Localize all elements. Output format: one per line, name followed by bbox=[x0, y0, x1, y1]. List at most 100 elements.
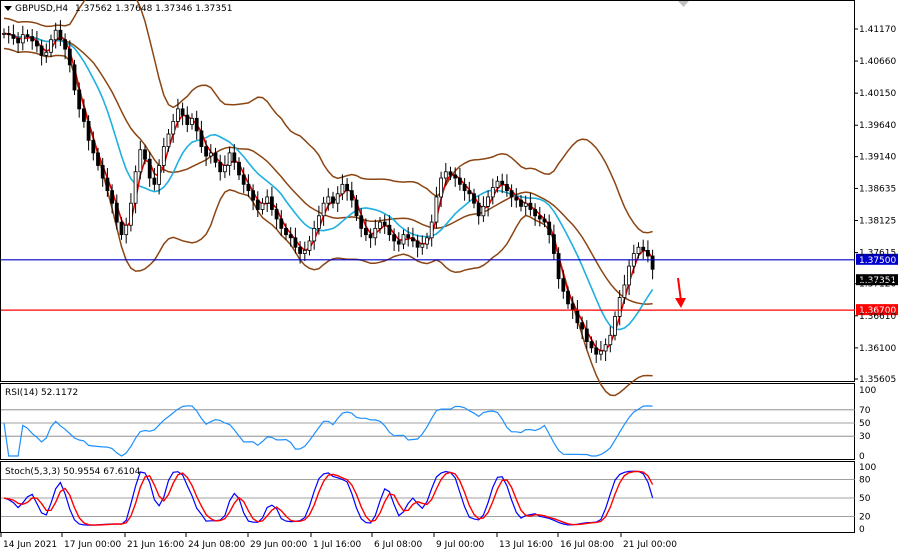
symbol-label[interactable]: GBPUSD,H4 bbox=[15, 4, 68, 14]
stoch-label: Stoch(5,3,3) 50.9554 67.6104 bbox=[5, 467, 141, 477]
candle-body bbox=[91, 139, 96, 154]
candle-body bbox=[636, 246, 641, 254]
stoch-axis: 100 80 50 20 0 bbox=[859, 463, 876, 535]
candle-body bbox=[100, 165, 105, 179]
candle-body bbox=[504, 183, 509, 192]
candle-body bbox=[340, 183, 345, 195]
candle-body bbox=[349, 190, 354, 201]
candle-body bbox=[467, 190, 472, 195]
stoch-tick-label: 20 bbox=[859, 513, 871, 523]
candle-body bbox=[603, 344, 608, 352]
candle-body bbox=[542, 218, 547, 223]
ohlc-label: 1.37562 1.37648 1.37346 1.37351 bbox=[75, 4, 232, 14]
time-tick-label: 24 Jun 08:00 bbox=[188, 540, 245, 550]
candle-body bbox=[96, 152, 100, 166]
candle-body bbox=[448, 171, 453, 176]
candle-body bbox=[331, 196, 335, 204]
candle-body bbox=[53, 29, 58, 41]
rsi-tick-label: 30 bbox=[859, 432, 871, 442]
candle-body bbox=[345, 183, 350, 192]
candle-body bbox=[269, 196, 274, 210]
candle-body bbox=[627, 265, 631, 286]
candle-body bbox=[161, 146, 166, 166]
candle-body bbox=[420, 243, 425, 248]
time-tick-label: 17 Jun 00:00 bbox=[64, 540, 121, 550]
candle-body bbox=[641, 246, 646, 251]
candle-body bbox=[124, 224, 129, 236]
candle-body bbox=[35, 40, 39, 47]
candle-body bbox=[359, 215, 364, 229]
candle-body bbox=[547, 221, 552, 236]
candle-body bbox=[213, 152, 218, 163]
candle-body bbox=[509, 190, 514, 198]
time-tick-label: 1 Jul 16:00 bbox=[313, 540, 362, 550]
time-tick-label: 21 Jul 00:00 bbox=[623, 540, 677, 550]
rsi-tick-label: 0 bbox=[859, 452, 865, 462]
candle-body bbox=[255, 199, 260, 210]
candle-body bbox=[434, 196, 439, 223]
candle-body bbox=[650, 255, 655, 270]
candle-body bbox=[232, 152, 237, 163]
candle-body bbox=[110, 190, 114, 204]
candle-body bbox=[552, 234, 556, 254]
candle-body bbox=[157, 165, 162, 185]
time-tick-label: 6 Jul 08:00 bbox=[374, 540, 423, 550]
candle-body bbox=[260, 202, 265, 210]
candle-body bbox=[222, 165, 227, 173]
candle-body bbox=[246, 183, 251, 192]
price-tick-label: 1.40660 bbox=[859, 57, 896, 67]
candle-body bbox=[218, 161, 223, 173]
rsi-panel-frame bbox=[0, 383, 855, 460]
candle-body bbox=[171, 121, 176, 135]
candle-body bbox=[274, 209, 279, 220]
main-panel-frame bbox=[0, 0, 855, 382]
candle-body bbox=[382, 221, 387, 226]
candle-body bbox=[16, 38, 21, 44]
candle-body bbox=[392, 234, 397, 242]
candle-body bbox=[265, 196, 270, 204]
candle-body bbox=[49, 39, 53, 53]
rsi-tick-label: 100 bbox=[859, 386, 876, 396]
price-tick-label: 1.37120 bbox=[859, 280, 896, 290]
candle-body bbox=[500, 180, 505, 185]
price-tick-label: 1.38125 bbox=[859, 217, 896, 227]
time-tick-label: 13 Jul 16:00 bbox=[499, 540, 553, 550]
candle-body bbox=[67, 48, 72, 66]
price-tick-label: 1.40150 bbox=[859, 89, 896, 99]
candle-body bbox=[613, 316, 617, 336]
candle-body bbox=[396, 240, 401, 245]
rsi-tick-label: 70 bbox=[859, 406, 871, 416]
price-tick-label: 1.36100 bbox=[859, 344, 896, 354]
candle-body bbox=[439, 177, 444, 198]
candle-body bbox=[481, 205, 486, 217]
time-tick-label: 21 Jun 16:00 bbox=[127, 540, 184, 550]
candle-body bbox=[556, 253, 561, 280]
candle-body bbox=[72, 64, 77, 91]
time-tick-label: 29 Jun 00:00 bbox=[250, 540, 307, 550]
candle-body bbox=[86, 121, 91, 141]
candle-body bbox=[462, 183, 467, 192]
time-tick-label: 16 Jul 08:00 bbox=[560, 540, 614, 550]
candle-body bbox=[594, 347, 599, 355]
candle-body bbox=[279, 218, 284, 229]
candle-body bbox=[425, 237, 429, 245]
candle-body bbox=[133, 171, 138, 204]
candle-body bbox=[537, 215, 542, 220]
candle-body bbox=[138, 149, 143, 173]
rsi-tick-label: 50 bbox=[859, 419, 871, 429]
time-axis: 14 Jun 2021 17 Jun 00:00 21 Jun 16:00 24 Ju… bbox=[0, 533, 677, 550]
candle-body bbox=[415, 240, 420, 248]
candle-body bbox=[429, 221, 434, 239]
candle-body bbox=[476, 202, 481, 217]
candle-body bbox=[326, 196, 331, 204]
price-tick-label: 1.39640 bbox=[859, 121, 896, 131]
candle-body bbox=[58, 29, 63, 41]
candle-body bbox=[302, 249, 307, 254]
candle-body bbox=[622, 284, 627, 298]
candle-body bbox=[77, 89, 82, 110]
rsi-axis: 100 70 50 30 0 bbox=[859, 386, 876, 462]
candle-body bbox=[523, 202, 528, 207]
candle-body bbox=[584, 328, 589, 342]
candle-body bbox=[105, 177, 110, 192]
candle-body bbox=[406, 234, 411, 239]
